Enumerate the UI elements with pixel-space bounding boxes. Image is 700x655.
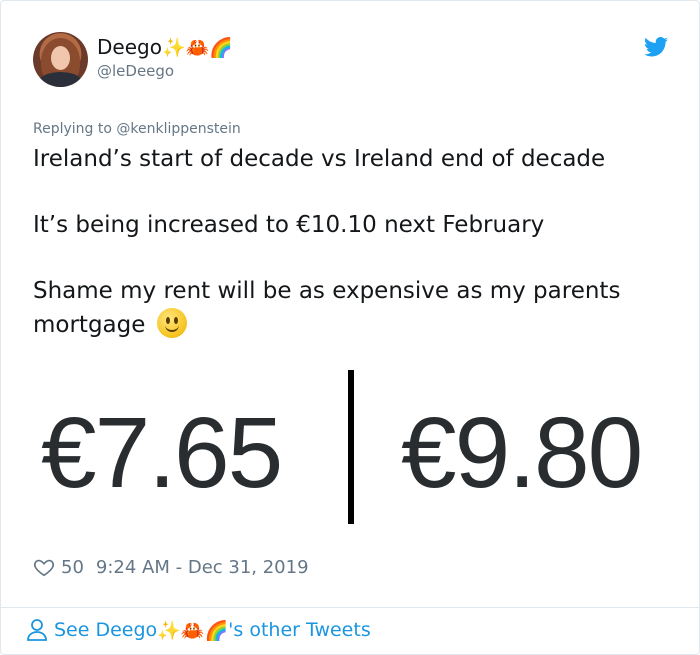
smiley-emoji — [156, 308, 187, 338]
avatar[interactable] — [33, 32, 88, 87]
heart-icon[interactable] — [33, 556, 55, 578]
right-price: €9.80 — [401, 397, 643, 509]
footer-suffix: 's other Tweets — [228, 619, 371, 641]
tweet-text: Ireland’s start of decade vs Ireland end… — [33, 143, 673, 342]
tweet-image[interactable]: €7.65 €9.80 — [1, 345, 699, 545]
tweet-meta: 50 9:24 AM - Dec 31, 2019 — [33, 556, 309, 578]
tweet-card: Deego✨🦀🌈 @leDeego Replying to @kenklippe… — [0, 0, 700, 655]
footer-divider — [1, 607, 699, 608]
tweet-timestamp[interactable]: 9:24 AM - Dec 31, 2019 — [96, 557, 309, 578]
tweet-line-3: Shame my rent will be as expensive as my… — [33, 275, 673, 342]
twitter-bird-icon[interactable] — [644, 37, 668, 57]
author-name[interactable]: Deego✨🦀🌈 — [97, 35, 233, 59]
author-handle[interactable]: @leDeego — [97, 62, 174, 80]
replying-to: Replying to @kenklippenstein — [33, 121, 241, 137]
tweet-line-2: It’s being increased to €10.10 next Febr… — [33, 212, 545, 238]
replying-to-prefix: Replying to — [33, 121, 117, 137]
see-other-tweets-link[interactable]: See Deego ✨🦀🌈's other Tweets — [26, 618, 371, 642]
author-display-name[interactable]: Deego — [97, 35, 162, 59]
footer-emojis: ✨🦀🌈 — [157, 619, 229, 642]
avatar-face — [51, 46, 70, 70]
avatar-shirt — [39, 72, 82, 87]
tweet-line-1: Ireland’s start of decade vs Ireland end… — [33, 146, 606, 172]
person-icon — [27, 619, 47, 641]
tweet-line-3-text: Shame my rent will be as expensive as my… — [33, 278, 621, 338]
replying-to-user-link[interactable]: @kenklippenstein — [116, 121, 240, 137]
left-price: €7.65 — [41, 397, 283, 509]
like-count[interactable]: 50 — [61, 557, 84, 578]
image-divider — [348, 370, 354, 524]
footer-prefix: See Deego — [54, 619, 158, 641]
author-emojis: ✨🦀🌈 — [161, 37, 233, 59]
